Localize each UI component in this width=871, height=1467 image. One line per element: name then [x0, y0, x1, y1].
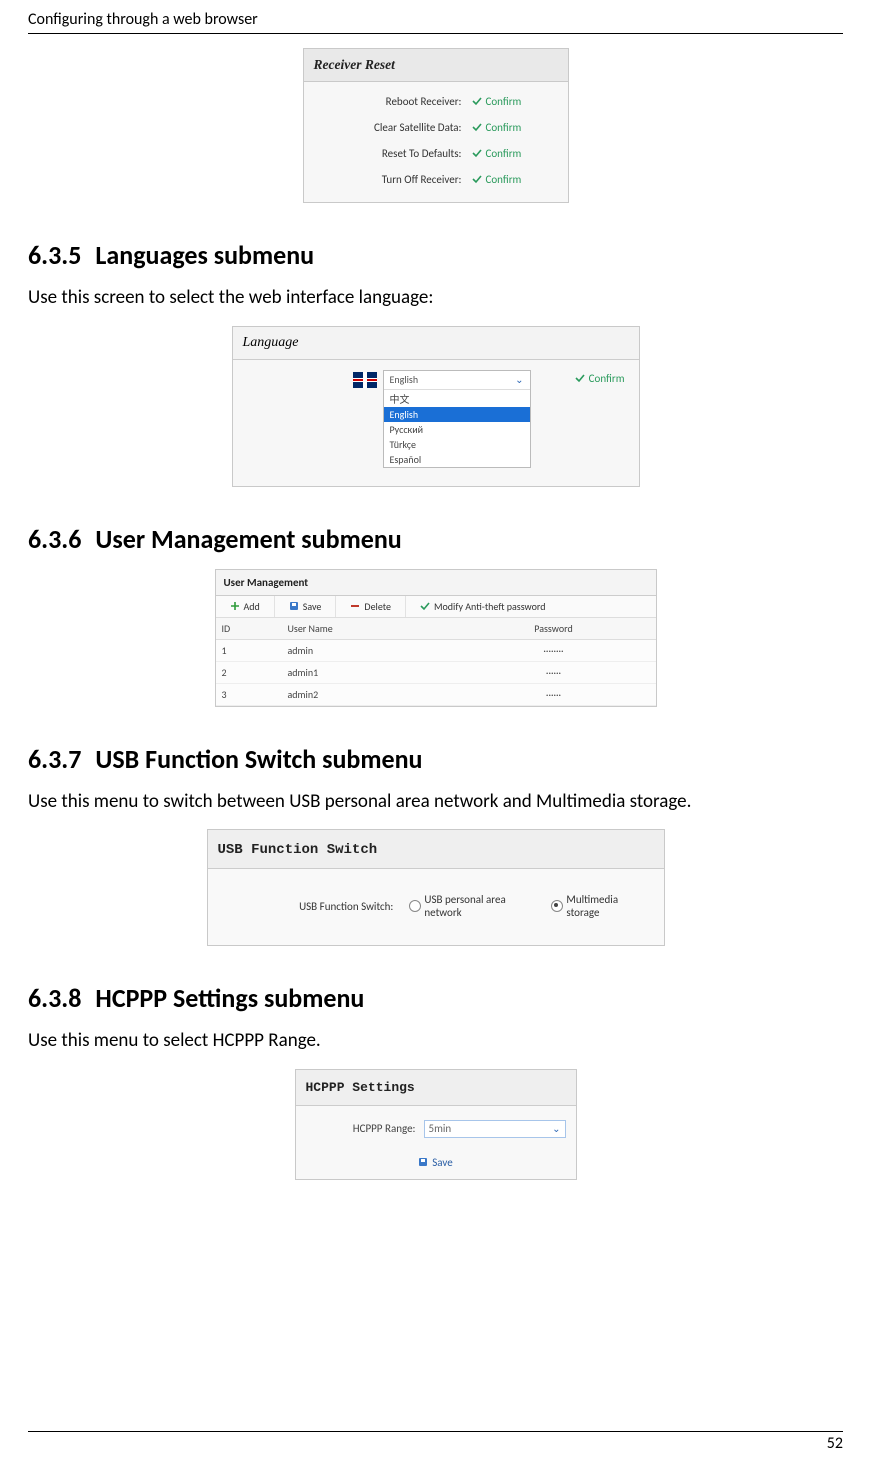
save-icon	[289, 601, 299, 611]
reboot-receiver-label: Reboot Receiver:	[304, 95, 472, 108]
clear-satellite-row: Clear Satellite Data: Confirm	[304, 114, 568, 140]
modify-password-button[interactable]: Modify Anti-theft password	[406, 596, 656, 617]
multimedia-storage-option: Multimedia storage	[566, 893, 653, 919]
hcppp-title: HCPPP Settings	[296, 1070, 576, 1106]
turn-off-receiver-row: Turn Off Receiver: Confirm	[304, 166, 568, 192]
receiver-reset-title: Receiver Reset	[304, 49, 568, 82]
paragraph-6-3-7: Use this menu to switch between USB pers…	[28, 789, 843, 816]
running-header: Configuring through a web browser	[28, 10, 843, 34]
lang-option[interactable]: Türkçe	[384, 437, 530, 452]
hcppp-range-select[interactable]: 5min ⌄	[424, 1120, 566, 1138]
check-icon	[472, 148, 482, 158]
user-management-toolbar: Add Save Delete Modify Anti-theft passwo…	[216, 596, 656, 618]
col-id: ID	[216, 618, 282, 639]
lang-option[interactable]: Русский	[384, 422, 530, 437]
delete-button[interactable]: Delete	[336, 596, 406, 617]
clear-satellite-label: Clear Satellite Data:	[304, 121, 472, 134]
reset-defaults-row: Reset To Defaults: Confirm	[304, 140, 568, 166]
heading-6-3-5: 6.3.5Languages submenu	[28, 239, 843, 271]
lang-option[interactable]: Español	[384, 452, 530, 467]
uk-flag-icon	[353, 372, 377, 388]
turn-off-receiver-confirm[interactable]: Confirm	[472, 173, 522, 186]
language-dropdown[interactable]: English ⌄ 中文 English Русский Türkçe Espa…	[383, 370, 531, 468]
multimedia-storage-radio[interactable]	[551, 900, 563, 912]
reboot-receiver-confirm[interactable]: Confirm	[472, 95, 522, 108]
check-icon	[472, 96, 482, 106]
heading-6-3-6: 6.3.6User Management submenu	[28, 523, 843, 555]
check-icon	[472, 122, 482, 132]
usb-pan-radio[interactable]	[409, 900, 421, 912]
add-button[interactable]: Add	[216, 596, 275, 617]
col-username: User Name	[282, 618, 452, 639]
paragraph-6-3-8: Use this menu to select HCPPP Range.	[28, 1028, 843, 1055]
usb-switch-label: USB Function Switch:	[218, 900, 404, 913]
usb-function-screenshot: USB Function Switch USB Function Switch:…	[207, 829, 665, 946]
user-management-title: User Management	[216, 570, 656, 596]
col-password: Password	[452, 618, 656, 639]
plus-icon	[230, 601, 240, 611]
chevron-down-icon: ⌄	[552, 1122, 560, 1135]
save-button[interactable]: Save	[275, 596, 337, 617]
table-row[interactable]: 2 admin1 ······	[216, 662, 656, 684]
language-panel-title: Language	[233, 327, 639, 360]
lang-option[interactable]: English	[384, 407, 530, 422]
receiver-reset-screenshot: Receiver Reset Reboot Receiver: Confirm …	[303, 48, 569, 203]
chevron-down-icon: ⌄	[515, 373, 523, 386]
hcppp-range-label: HCPPP Range:	[306, 1122, 424, 1135]
user-management-screenshot: User Management Add Save Delete Modify A…	[215, 569, 657, 707]
turn-off-receiver-label: Turn Off Receiver:	[304, 173, 472, 186]
check-icon	[472, 174, 482, 184]
reset-defaults-confirm[interactable]: Confirm	[472, 147, 522, 160]
page-number: 52	[28, 1431, 843, 1453]
check-icon	[420, 601, 430, 611]
user-table-header: ID User Name Password	[216, 618, 656, 640]
check-icon	[575, 373, 585, 383]
language-selected: English	[390, 373, 419, 386]
hcppp-screenshot: HCPPP Settings HCPPP Range: 5min ⌄ Save	[295, 1069, 577, 1180]
hcppp-save-button[interactable]: Save	[306, 1156, 566, 1169]
heading-6-3-8: 6.3.8HCPPP Settings submenu	[28, 982, 843, 1014]
heading-6-3-7: 6.3.7USB Function Switch submenu	[28, 743, 843, 775]
reset-defaults-label: Reset To Defaults:	[304, 147, 472, 160]
minus-icon	[350, 601, 360, 611]
language-screenshot: Language English ⌄ 中文 English Русский Tü…	[232, 326, 640, 487]
reboot-receiver-row: Reboot Receiver: Confirm	[304, 88, 568, 114]
language-confirm[interactable]: Confirm	[575, 372, 625, 385]
paragraph-6-3-5: Use this screen to select the web interf…	[28, 285, 843, 312]
lang-option[interactable]: 中文	[384, 390, 530, 407]
hcppp-range-value: 5min	[429, 1122, 452, 1135]
usb-pan-option: USB personal area network	[424, 893, 545, 919]
usb-panel-title: USB Function Switch	[208, 830, 664, 869]
table-row[interactable]: 3 admin2 ······	[216, 684, 656, 706]
clear-satellite-confirm[interactable]: Confirm	[472, 121, 522, 134]
table-row[interactable]: 1 admin ········	[216, 640, 656, 662]
save-icon	[418, 1157, 428, 1167]
